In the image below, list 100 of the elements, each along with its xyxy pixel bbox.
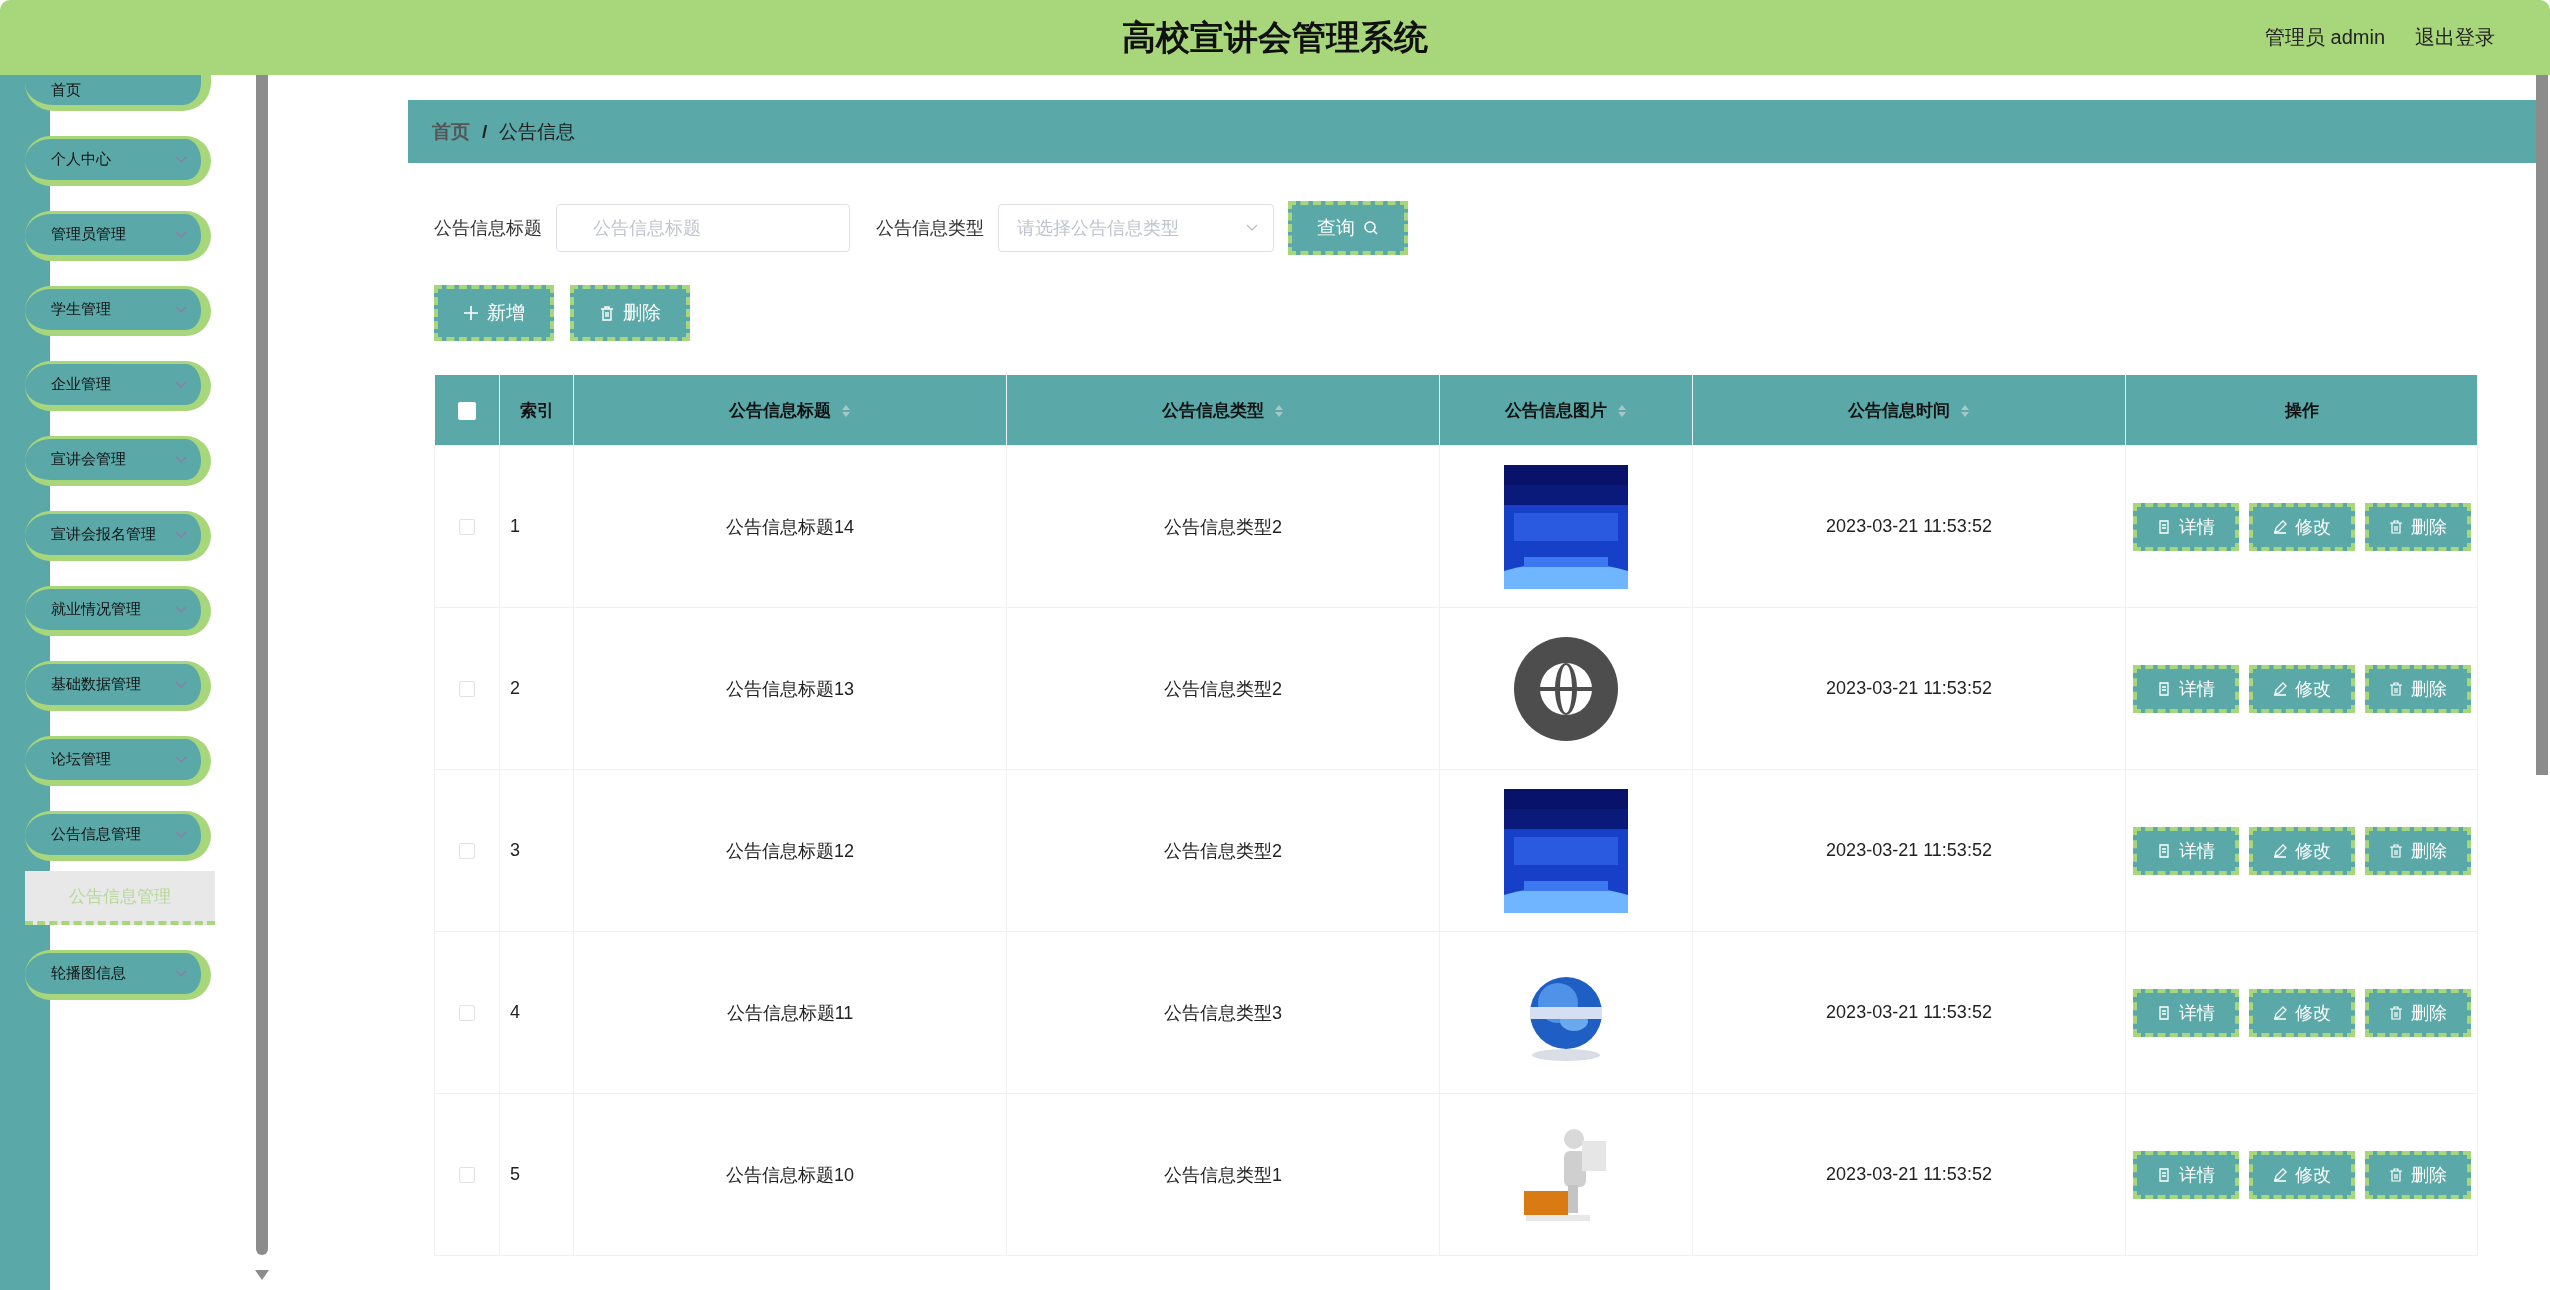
sidebar-menu-item[interactable]: 就业情况管理 xyxy=(25,586,211,636)
table-cell: 4 xyxy=(499,931,574,1094)
row-checkbox[interactable] xyxy=(459,843,475,860)
trash-icon xyxy=(2388,1167,2403,1182)
sidebar-menu-item[interactable]: 公告信息管理 xyxy=(25,811,211,861)
detail-button[interactable]: 详情 xyxy=(2132,826,2239,875)
field-label: 公告信息类型 xyxy=(876,217,984,240)
delete-button[interactable]: 删除 xyxy=(2364,1150,2471,1199)
pencil-icon xyxy=(2272,1167,2287,1182)
delete-button[interactable]: 删除 xyxy=(2364,502,2471,551)
document-icon xyxy=(2156,1167,2171,1182)
sort-icon[interactable] xyxy=(841,404,852,418)
trash-icon xyxy=(2388,1005,2403,1020)
table-cell: 公告信息标题12 xyxy=(573,769,1007,932)
delete-button[interactable]: 删除 xyxy=(570,285,690,341)
column-header: 公告信息图片 xyxy=(1439,375,1693,446)
chevron-icon xyxy=(175,530,187,539)
chevron-icon xyxy=(175,380,187,389)
sidebar-menu-item[interactable]: 轮播图信息 xyxy=(25,950,211,1000)
chevron-icon xyxy=(175,305,187,314)
type-select-field[interactable]: 请选择公告信息类型 xyxy=(998,204,1274,252)
delete-button[interactable]: 删除 xyxy=(2364,988,2471,1037)
row-checkbox[interactable] xyxy=(459,519,475,536)
sidebar-menu-item[interactable]: 宣讲会管理 xyxy=(25,436,211,486)
table-cell: 2023-03-21 11:53:52 xyxy=(1692,607,2126,770)
title-input-field[interactable]: 公告信息标题 xyxy=(556,204,850,252)
table-cell: 公告信息类型1 xyxy=(1006,1093,1440,1256)
trash-icon xyxy=(599,305,615,321)
scrollbar[interactable] xyxy=(256,75,268,1255)
breadcrumb-separator: / xyxy=(482,120,488,143)
table-cell: 公告信息标题14 xyxy=(573,445,1007,608)
column-header: 索引 xyxy=(499,375,574,446)
chevron-icon xyxy=(175,230,187,239)
detail-button[interactable]: 详情 xyxy=(2132,664,2239,713)
scrollbar[interactable] xyxy=(2536,75,2548,775)
search-icon xyxy=(1363,220,1379,236)
chevron-icon xyxy=(175,755,187,764)
table-cell: 2023-03-21 11:53:52 xyxy=(1692,931,2126,1094)
pencil-icon xyxy=(2272,681,2287,696)
search-button[interactable]: 查询 xyxy=(1288,201,1408,255)
sidebar-menu-item[interactable]: 基础数据管理 xyxy=(25,661,211,711)
sidebar-menu-item[interactable]: 企业管理 xyxy=(25,361,211,411)
edit-button[interactable]: 修改 xyxy=(2248,502,2355,551)
table-cell: 公告信息类型2 xyxy=(1006,445,1440,608)
row-checkbox[interactable] xyxy=(459,1167,475,1184)
field-label: 公告信息标题 xyxy=(434,217,542,240)
detail-button[interactable]: 详情 xyxy=(2132,988,2239,1037)
breadcrumb-link[interactable]: 公告信息 xyxy=(499,118,576,145)
table-cell: 公告信息类型2 xyxy=(1006,607,1440,770)
table-cell: 1 xyxy=(499,445,574,608)
column-header: 公告信息标题 xyxy=(573,375,1007,446)
table-cell: 2023-03-21 11:53:52 xyxy=(1692,445,2126,608)
detail-button[interactable]: 详情 xyxy=(2132,1150,2239,1199)
delete-button[interactable]: 删除 xyxy=(2364,826,2471,875)
document-icon xyxy=(2156,519,2171,534)
chevron-icon xyxy=(175,155,187,164)
logout-link[interactable]: 退出登录 xyxy=(2415,24,2495,51)
table-cell: 公告信息类型3 xyxy=(1006,931,1440,1094)
chevron-icon xyxy=(175,455,187,464)
sidebar-menu-item[interactable]: 论坛管理 xyxy=(25,736,211,786)
sidebar-menu-item[interactable]: 首页 xyxy=(25,75,211,111)
sidebar-menu-item[interactable]: 个人中心 xyxy=(25,136,211,186)
table-cell: 5 xyxy=(499,1093,574,1256)
trash-icon xyxy=(2388,519,2403,534)
chevron-icon xyxy=(175,830,187,839)
edit-button[interactable]: 修改 xyxy=(2248,664,2355,713)
table-cell: 2023-03-21 11:53:52 xyxy=(1692,1093,2126,1256)
table-cell: 2 xyxy=(499,607,574,770)
sidebar-menu-item[interactable]: 学生管理 xyxy=(25,286,211,336)
sidebar-menu-item[interactable]: 宣讲会报名管理 xyxy=(25,511,211,561)
trash-icon xyxy=(2388,681,2403,696)
table-cell: 公告信息标题10 xyxy=(573,1093,1007,1256)
sort-icon[interactable] xyxy=(1960,404,1971,418)
table-cell: 2023-03-21 11:53:52 xyxy=(1692,769,2126,932)
user-name: 管理员 admin xyxy=(2264,25,2385,50)
document-icon xyxy=(2156,681,2171,696)
sort-icon[interactable] xyxy=(1274,404,1285,418)
edit-button[interactable]: 修改 xyxy=(2248,826,2355,875)
scroll-down-icon[interactable] xyxy=(255,1270,269,1280)
column-header: 公告信息时间 xyxy=(1692,375,2126,446)
pencil-icon xyxy=(2272,843,2287,858)
trash-icon xyxy=(2388,843,2403,858)
chevron-icon xyxy=(175,680,187,689)
table-cell: 公告信息标题13 xyxy=(573,607,1007,770)
sidebar-menu-item[interactable]: 管理员管理 xyxy=(25,211,211,261)
row-checkbox[interactable] xyxy=(459,681,475,698)
breadcrumb-link[interactable]: 首页 xyxy=(432,118,470,145)
add-button[interactable]: 新增 xyxy=(434,285,554,341)
table-cell: 公告信息标题11 xyxy=(573,931,1007,1094)
delete-button[interactable]: 删除 xyxy=(2364,664,2471,713)
plus-icon xyxy=(463,305,479,321)
edit-button[interactable]: 修改 xyxy=(2248,1150,2355,1199)
detail-button[interactable]: 详情 xyxy=(2132,502,2239,551)
document-icon xyxy=(2156,1005,2171,1020)
sort-icon[interactable] xyxy=(1617,404,1628,418)
edit-button[interactable]: 修改 xyxy=(2248,988,2355,1037)
row-checkbox[interactable] xyxy=(459,1005,475,1022)
select-all-checkbox[interactable] xyxy=(457,401,476,420)
chevron-icon xyxy=(1246,224,1258,232)
table-cell: 公告信息类型2 xyxy=(1006,769,1440,932)
